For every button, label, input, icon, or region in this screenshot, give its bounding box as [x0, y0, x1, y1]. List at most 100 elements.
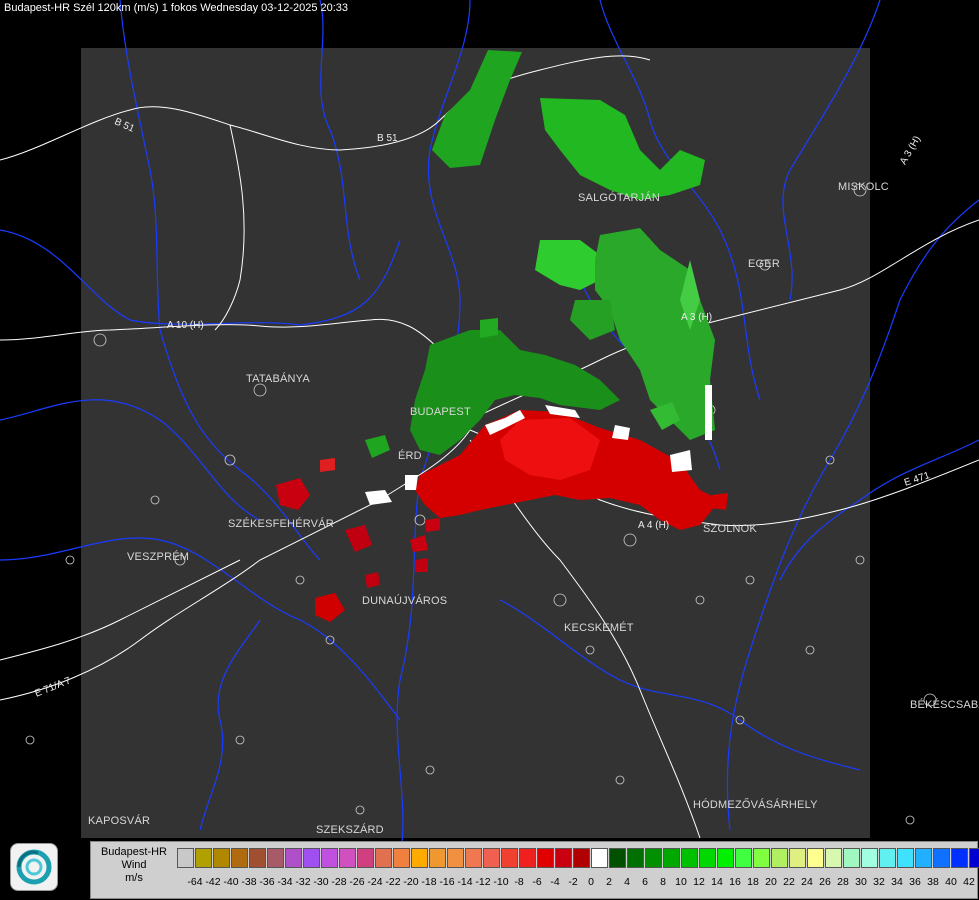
city-label-salgotarjan: SALGÓTARJÁN	[578, 192, 661, 204]
legend-swatch	[609, 848, 626, 868]
legend-swatch	[267, 848, 284, 868]
legend-swatch	[573, 848, 590, 868]
legend-swatch	[411, 848, 428, 868]
velocity-legend: Budapest-HR Wind m/s -64 -42 -40 -38 -36 -34-…	[90, 841, 979, 899]
legend-tick-label: -64	[187, 876, 203, 888]
legend-tick-label: 36	[909, 876, 921, 888]
legend-swatch	[897, 848, 914, 868]
radar-map	[0, 0, 979, 900]
road-label-a4: A 4 (H)	[638, 520, 670, 531]
legend-swatch	[537, 848, 554, 868]
city-label-kaposvar: KAPOSVÁR	[88, 815, 151, 827]
legend-swatch	[825, 848, 842, 868]
legend-swatch	[231, 848, 248, 868]
legend-swatch	[861, 848, 878, 868]
city-label-erd: ÉRD	[398, 450, 422, 462]
legend-tick-label: -6	[532, 876, 542, 888]
legend-tick-label: 34	[891, 876, 903, 888]
legend-tick-label: -10	[493, 876, 509, 888]
legend-tick-label: 40	[945, 876, 957, 888]
legend-tick-label: 28	[837, 876, 849, 888]
legend-swatch	[375, 848, 392, 868]
legend-swatch	[717, 848, 734, 868]
legend-swatch	[249, 848, 266, 868]
legend-swatch	[321, 848, 338, 868]
legend-tick-label: 42	[963, 876, 975, 888]
legend-tick-label: -16	[439, 876, 455, 888]
legend-tick-label: 20	[765, 876, 777, 888]
city-label-eger: EGER	[748, 258, 780, 270]
legend-tick-label: 10	[675, 876, 687, 888]
legend-swatch	[951, 848, 968, 868]
road-label-a10: A 10 (H)	[167, 320, 204, 331]
legend-swatch	[465, 848, 482, 868]
legend-tick-label: -8	[514, 876, 524, 888]
legend-swatch	[681, 848, 698, 868]
legend-tick-label: -12	[475, 876, 491, 888]
legend-tick-label: -40	[223, 876, 239, 888]
legend-tick-label: -36	[259, 876, 275, 888]
legend-tick-label: -14	[457, 876, 473, 888]
legend-swatch	[753, 848, 770, 868]
legend-tick-label: 38	[927, 876, 939, 888]
legend-swatch	[303, 848, 320, 868]
legend-tick-label: -20	[403, 876, 419, 888]
legend-swatch	[933, 848, 950, 868]
legend-tick-label: 2	[606, 876, 612, 888]
legend-swatch	[735, 848, 752, 868]
city-label-bekescsaba: BÉKÉSCSABA	[910, 699, 979, 711]
legend-swatch	[429, 848, 446, 868]
legend-swatch	[195, 848, 212, 868]
legend-tick-label: 22	[783, 876, 795, 888]
legend-swatch	[555, 848, 572, 868]
legend-swatch	[915, 848, 932, 868]
legend-tick-label: 16	[729, 876, 741, 888]
swirl-logo-icon	[16, 849, 52, 885]
legend-swatch	[627, 848, 644, 868]
legend-tick-label: 30	[855, 876, 867, 888]
legend-swatch	[357, 848, 374, 868]
legend-tick-label: 12	[693, 876, 705, 888]
legend-label: Budapest-HR Wind m/s	[91, 842, 177, 898]
legend-swatch	[393, 848, 410, 868]
legend-tick-label: -26	[349, 876, 365, 888]
legend-tick-label: -22	[385, 876, 401, 888]
legend-tick-label: -18	[421, 876, 437, 888]
city-label-miskolc: MISKOLC	[838, 181, 889, 193]
city-label-budapest: BUDAPEST	[410, 406, 471, 418]
legend-swatch	[663, 848, 680, 868]
city-label-szekszard: SZEKSZÁRD	[316, 824, 384, 836]
legend-swatch	[285, 848, 302, 868]
legend-swatch	[879, 848, 896, 868]
legend-swatch	[699, 848, 716, 868]
city-label-hodmezovasarhely: HÓDMEZŐVÁSÁRHELY	[693, 799, 818, 811]
legend-swatch	[501, 848, 518, 868]
city-label-szolnok: SZOLNOK	[703, 523, 757, 535]
legend-tick-label: -34	[277, 876, 293, 888]
service-logo	[10, 843, 58, 891]
legend-swatch	[771, 848, 788, 868]
legend-tick-label: 18	[747, 876, 759, 888]
legend-tick-label: -4	[550, 876, 560, 888]
legend-tick-label: -30	[313, 876, 329, 888]
legend-tick-label: 6	[642, 876, 648, 888]
legend-swatch	[789, 848, 806, 868]
legend-tick-label: 14	[711, 876, 723, 888]
legend-tick-label: -24	[367, 876, 383, 888]
legend-swatch	[483, 848, 500, 868]
header-title: Budapest-HR Szél 120km (m/s) 1 fokos Wed…	[4, 2, 349, 14]
city-label-tatabanya: TATABÁNYA	[246, 373, 310, 385]
legend-tick-label: 0	[588, 876, 594, 888]
city-label-veszprem: VESZPRÉM	[127, 551, 190, 563]
legend-swatch	[843, 848, 860, 868]
legend-tick-label: -2	[568, 876, 578, 888]
legend-tick-label: 24	[801, 876, 813, 888]
legend-swatch	[807, 848, 824, 868]
legend-swatch	[213, 848, 230, 868]
legend-tick-label: -28	[331, 876, 347, 888]
legend-swatch	[177, 848, 194, 868]
road-label-b51-north: B 51	[377, 133, 398, 144]
legend-label-radar: Budapest-HR	[100, 846, 168, 858]
legend-swatch	[645, 848, 662, 868]
legend-label-quantity: Wind	[121, 859, 147, 871]
